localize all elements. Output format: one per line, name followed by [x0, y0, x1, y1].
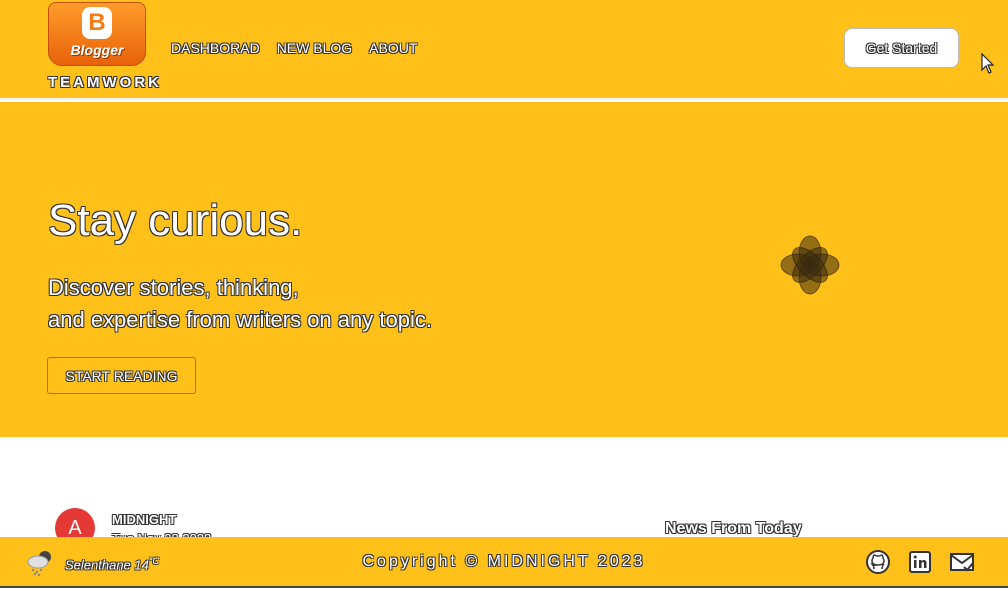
logo-b-icon: B [82, 7, 112, 39]
nav-dashboard[interactable]: DASHBORAD [171, 40, 260, 56]
start-reading-button[interactable]: START READING [47, 357, 196, 394]
post-author: MIDNIGHT [112, 512, 177, 527]
site-header: B Blogger TEAMWORK DASHBORAD NEW BLOG AB… [0, 0, 1008, 100]
mail-icon[interactable] [949, 549, 975, 575]
nav-about[interactable]: ABOUT [369, 40, 417, 56]
hero-subtitle: Discover stories, thinking, and expertis… [48, 272, 432, 336]
copyright-text: Copyright © MIDNIGHT 2023 [362, 553, 646, 570]
flower-icon [780, 235, 840, 295]
site-footer: Selenthane 14°C Copyright © MIDNIGHT 202… [0, 537, 1008, 588]
news-title: News From Today [665, 520, 802, 537]
main-nav: DASHBORAD NEW BLOG ABOUT [171, 40, 417, 56]
linkedin-icon[interactable] [907, 549, 933, 575]
brand-name: TEAMWORK [48, 74, 162, 91]
hero-section: Stay curious. Discover stories, thinking… [0, 102, 1008, 437]
hero-subtitle-line1: Discover stories, thinking, [48, 275, 299, 300]
github-icon[interactable] [865, 549, 891, 575]
mouse-cursor-icon [981, 53, 995, 74]
hero-subtitle-line2: and expertise from writers on any topic. [48, 307, 432, 332]
get-started-button[interactable]: Get Started [844, 28, 959, 68]
blogger-logo[interactable]: B Blogger [48, 2, 146, 66]
hero-title: Stay curious. [48, 196, 303, 245]
nav-new-blog[interactable]: NEW BLOG [277, 40, 352, 56]
logo-word: Blogger [70, 42, 124, 58]
